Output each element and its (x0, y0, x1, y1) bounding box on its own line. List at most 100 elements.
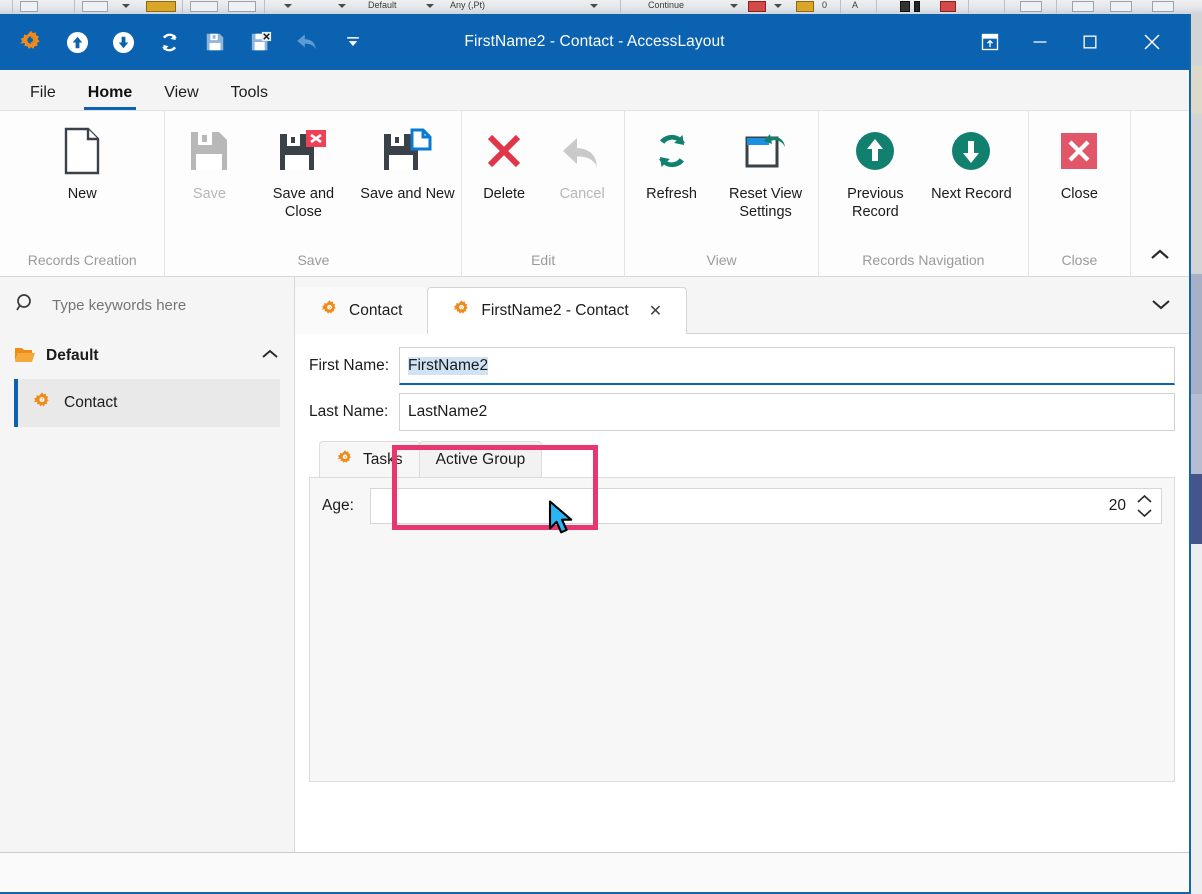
chevron-up-icon[interactable] (260, 347, 280, 366)
search-input[interactable] (50, 295, 280, 315)
refresh-icon-svg (161, 33, 177, 51)
maximize-icon (1083, 35, 1097, 49)
app-gear-icon[interactable] (14, 25, 48, 59)
screen: Default Any (,Pt) Continue 0 A FirstName… (0, 0, 1202, 894)
close-window-button[interactable] (1115, 14, 1189, 70)
close-tab-icon[interactable]: ✕ (649, 301, 662, 321)
undo-icon-svg (297, 34, 316, 50)
quick-access-toolbar (14, 14, 370, 70)
cancel-button-label: Cancel (559, 186, 605, 202)
save-and-close-icon-svg (251, 31, 272, 51)
sidebar-group-label: Default (46, 347, 99, 364)
save-and-new-button[interactable]: Save and New (355, 125, 459, 203)
document-tab-overflow-button[interactable] (1133, 277, 1189, 332)
spinner-down-icon[interactable] (1136, 507, 1153, 518)
last-name-label: Last Name: (309, 403, 389, 420)
new-button[interactable]: New (32, 125, 132, 203)
document-tab-label: FirstName2 - Contact (481, 302, 629, 319)
next-record-button[interactable]: Next Record (923, 125, 1019, 203)
minimize-icon (1033, 41, 1047, 43)
customize-qat-icon-svg (347, 37, 359, 47)
ribbon-tab-home[interactable]: Home (72, 85, 148, 110)
sidebar-item-label: Contact (64, 394, 118, 411)
main-panel: ? Contact ? FirstName2 - Contact ✕ First… (295, 277, 1189, 852)
close-record-button[interactable]: Close (1033, 125, 1125, 203)
reset-view-settings-button[interactable]: Reset View Settings (716, 125, 816, 221)
customize-qat-icon[interactable] (336, 25, 370, 59)
document-tab-firstname2-contact[interactable]: ? FirstName2 - Contact ✕ (427, 287, 688, 334)
maximize-button[interactable] (1065, 14, 1115, 70)
contact-gear-icon: ? (452, 299, 471, 323)
ribbon-tab-file[interactable]: File (14, 85, 72, 110)
save-icon-svg (206, 33, 224, 51)
age-spinner[interactable] (1136, 494, 1153, 518)
ribbon-tab-tools[interactable]: Tools (215, 85, 284, 110)
contact-gear-icon: ? (32, 391, 52, 416)
open-folder-icon (14, 345, 36, 368)
inner-tab-label: Tasks (363, 451, 403, 468)
save-button[interactable]: Save (167, 125, 251, 203)
ribbon-tab-bar: File Home View Tools (0, 70, 1189, 111)
ribbon-group-view: Refresh Reset View Settings View (625, 111, 820, 277)
first-name-value: FirstName2 (408, 356, 489, 375)
age-label: Age: (322, 497, 354, 514)
spinner-up-icon[interactable] (1136, 494, 1153, 505)
title-bar: FirstName2 - Contact - AccessLayout (0, 14, 1189, 70)
minimize-button[interactable] (1015, 14, 1065, 70)
save-floppy-icon (187, 125, 231, 177)
previous-record-button-label: Previous Record (847, 186, 904, 221)
document-tab-contact[interactable]: ? Contact (295, 287, 428, 334)
inner-tab-strip: ? Tasks Active Group (309, 440, 1175, 478)
sidebar-group-default[interactable]: Default (0, 333, 294, 379)
refresh-button[interactable]: Refresh (628, 125, 716, 203)
ribbon-group-label-close: Close (1061, 252, 1098, 268)
ribbon-group-label-view: View (706, 252, 737, 268)
save-and-close-icon[interactable] (244, 25, 278, 59)
window-controls (965, 14, 1189, 70)
inner-tab-host: ? Tasks Active Group Age: 20 (309, 440, 1175, 782)
save-icon[interactable] (198, 25, 232, 59)
sidebar-item-contact[interactable]: ? Contact (14, 379, 280, 427)
search-icon (14, 291, 38, 320)
refresh-circular-arrows-icon (649, 125, 695, 177)
chevron-up-icon (1151, 249, 1169, 259)
download-icon[interactable] (106, 25, 140, 59)
refresh-icon[interactable] (152, 25, 186, 59)
ribbon-display-options-icon (981, 33, 999, 51)
inner-tab-tasks[interactable]: ? Tasks (319, 441, 420, 478)
ribbon-display-options-button[interactable] (965, 14, 1015, 70)
close-red-x-icon (1058, 125, 1100, 177)
upload-icon-svg (66, 31, 88, 53)
delete-button[interactable]: Delete (465, 125, 543, 203)
ribbon-group-label-edit: Edit (531, 252, 556, 268)
download-icon-svg (112, 31, 134, 53)
application-window: FirstName2 - Contact - AccessLayout File… (0, 14, 1191, 894)
contact-gear-icon: ? (336, 449, 354, 472)
field-row-age: Age: 20 (322, 488, 1162, 524)
new-button-label: New (67, 186, 97, 202)
upload-icon[interactable] (60, 25, 94, 59)
save-and-new-button-label: Save and New (360, 186, 455, 202)
field-row-last-name: Last Name: LastName2 (309, 392, 1175, 432)
age-input[interactable]: 20 (370, 488, 1162, 524)
previous-record-button[interactable]: Previous Record (827, 125, 923, 221)
field-row-first-name: First Name: FirstName2 (309, 346, 1175, 386)
ribbon-group-label-records-navigation: Records Navigation (862, 252, 985, 268)
save-close-floppy-icon (278, 125, 328, 177)
ribbon-tab-view[interactable]: View (148, 85, 214, 110)
cancel-undo-arrow-icon (559, 125, 605, 177)
reset-view-settings-icon (742, 125, 790, 177)
cancel-button[interactable]: Cancel (543, 125, 621, 203)
undo-icon[interactable] (290, 25, 324, 59)
inner-tab-active-group[interactable]: Active Group (418, 441, 543, 478)
save-and-close-button[interactable]: Save and Close (251, 125, 355, 221)
next-record-down-arrow-icon (949, 125, 993, 177)
save-new-floppy-icon (382, 125, 432, 177)
ribbon-group-records-navigation: Previous Record Next Record Records Navi… (819, 111, 1029, 277)
last-name-input[interactable]: LastName2 (399, 393, 1175, 431)
svg-text:?: ? (41, 398, 44, 404)
ribbon-group-save: Save Save and Close Save and New Save (165, 111, 463, 277)
first-name-input[interactable]: FirstName2 (399, 347, 1175, 385)
next-record-button-label: Next Record (931, 186, 1012, 202)
collapse-ribbon-button[interactable] (1131, 111, 1189, 277)
